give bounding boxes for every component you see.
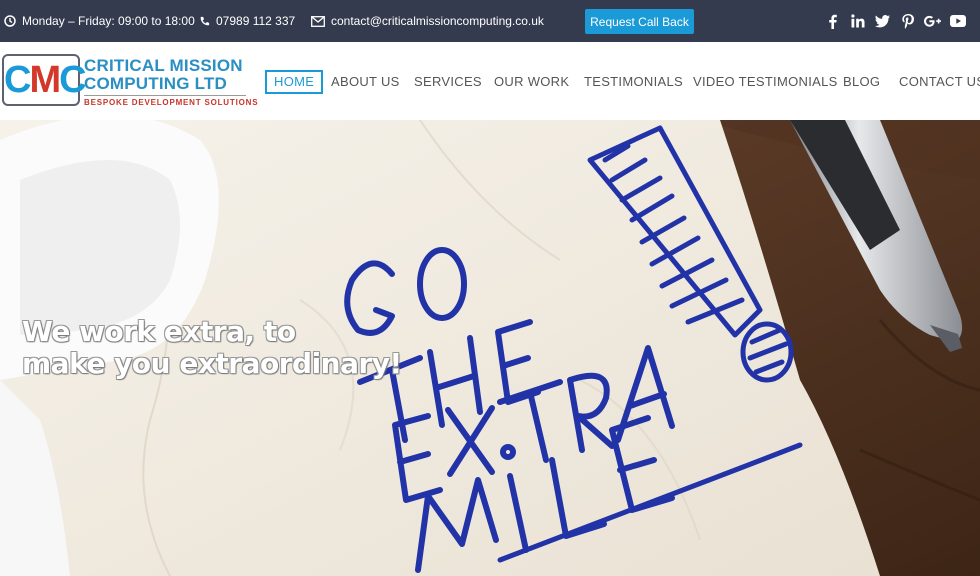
top-bar: Monday – Friday: 09:00 to 18:00 07989 11… <box>0 0 980 42</box>
logo-mark-letters: CMC <box>4 59 87 101</box>
nav-services[interactable]: SERVICES <box>414 70 482 94</box>
facebook-icon[interactable] <box>820 11 845 31</box>
nav-home[interactable]: HOME <box>265 70 324 94</box>
google-plus-icon[interactable] <box>920 11 945 31</box>
pinterest-icon[interactable] <box>895 11 920 31</box>
youtube-icon[interactable] <box>945 11 970 31</box>
hero-headline-line-2: make you extraordinary! <box>22 347 402 380</box>
phone-number[interactable]: 07989 112 337 <box>199 0 295 42</box>
cmc-logo-mark: CMC <box>2 54 87 106</box>
email-address[interactable]: contact@criticalmissioncomputing.co.uk <box>311 0 544 42</box>
nav-blog[interactable]: BLOG <box>843 70 880 94</box>
logo-mark-text: CMC <box>4 60 87 100</box>
nav-our-work[interactable]: OUR WORK <box>494 70 569 94</box>
nav-about-us[interactable]: ABOUT US <box>331 70 400 94</box>
logo-tagline: BESPOKE DEVELOPMENT SOLUTIONS <box>84 95 258 107</box>
hero-headline: We work extra, to make you extraordinary… <box>22 316 402 380</box>
hero-headline-line-1: We work extra, to <box>22 315 296 348</box>
hours-text: Monday – Friday: 09:00 to 18:00 <box>22 14 195 28</box>
clock-icon <box>4 15 16 27</box>
phone-text[interactable]: 07989 112 337 <box>216 14 295 28</box>
hero-banner: We work extra, to make you extraordinary… <box>0 120 980 576</box>
envelope-icon <box>311 15 325 27</box>
request-call-back-button[interactable]: Request Call Back <box>585 9 694 34</box>
phone-icon <box>200 16 210 25</box>
logo-line-1: CRITICAL MISSION <box>84 56 243 75</box>
linkedin-icon[interactable] <box>845 11 870 31</box>
nav-testimonials[interactable]: TESTIMONIALS <box>584 70 683 94</box>
email-text[interactable]: contact@criticalmissioncomputing.co.uk <box>331 14 544 28</box>
twitter-icon[interactable] <box>870 11 895 31</box>
opening-hours: Monday – Friday: 09:00 to 18:00 <box>4 0 195 42</box>
site-header: CMC CRITICAL MISSION COMPUTING LTD BESPO… <box>0 42 980 120</box>
nav-contact-us[interactable]: CONTACT US <box>899 70 980 94</box>
nav-video-testimonials[interactable]: VIDEO TESTIMONIALS <box>693 70 838 94</box>
social-links <box>820 0 970 42</box>
site-logo[interactable]: CMC CRITICAL MISSION COMPUTING LTD BESPO… <box>2 54 258 110</box>
logo-line-2: COMPUTING LTD <box>84 74 227 93</box>
